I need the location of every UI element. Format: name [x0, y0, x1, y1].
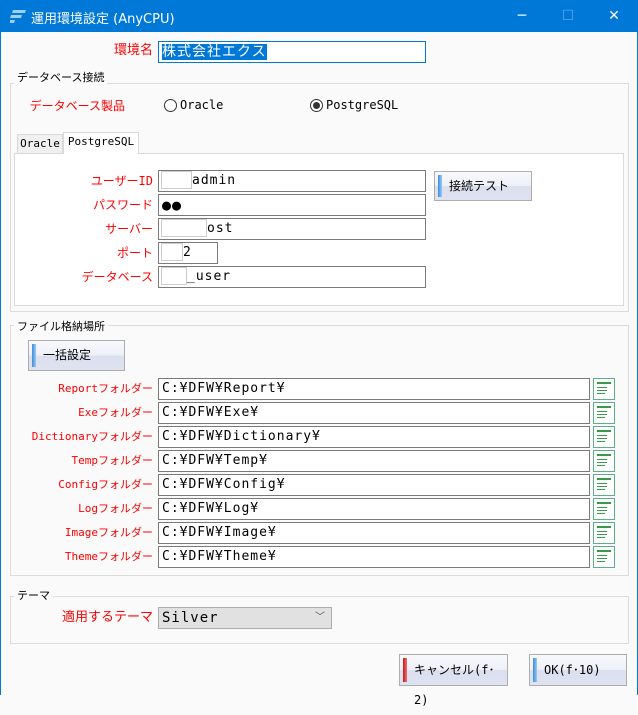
connection-test-label: 接続テスト: [449, 179, 510, 193]
radio-postgresql-label: PostgreSQL: [326, 98, 399, 112]
password-input[interactable]: ●●: [158, 194, 426, 216]
masked-prefix: [161, 267, 187, 285]
folder-label: Exeフォルダー: [78, 406, 153, 419]
folder-path-input[interactable]: C:¥DFW¥Image¥: [158, 522, 590, 544]
port-label: ポート: [116, 246, 153, 260]
folder-path-input[interactable]: C:¥DFW¥Report¥: [158, 378, 590, 400]
database-group-legend: データベース接続: [14, 69, 108, 85]
radio-oracle-circle[interactable]: [164, 99, 177, 112]
port-value: 2: [183, 245, 192, 260]
file-location-legend: ファイル格納場所: [14, 318, 108, 334]
cancel-label: キャンセル(f･2): [414, 663, 495, 707]
radio-oracle-label: Oracle: [180, 98, 224, 112]
env-name-label: 環境名: [113, 43, 153, 58]
folder-label: Imageフォルダー: [64, 526, 153, 539]
bulk-setting-label: 一括設定: [43, 348, 92, 362]
folder-path-input[interactable]: C:¥DFW¥Config¥: [158, 474, 590, 496]
tab-postgresql[interactable]: PostgreSQL: [63, 132, 139, 154]
masked-prefix: [161, 171, 192, 189]
radio-postgresql-circle[interactable]: [310, 99, 323, 112]
env-name-value: 株式会社エクス: [162, 44, 267, 60]
theme-value: Silver: [162, 610, 219, 626]
env-name-input[interactable]: 株式会社エクス: [158, 41, 426, 63]
cancel-button[interactable]: キャンセル(f･2): [399, 654, 508, 707]
folder-path-input[interactable]: C:¥DFW¥Log¥: [158, 498, 590, 520]
ok-button[interactable]: OK(f･10): [529, 654, 627, 686]
folder-label: Themeフォルダー: [64, 550, 153, 563]
bulk-setting-button[interactable]: 一括設定: [28, 340, 125, 371]
app-logo-icon: [10, 10, 26, 23]
database-value: _user: [187, 269, 232, 284]
folder-browse-icon[interactable]: [593, 450, 615, 472]
folder-path-input[interactable]: C:¥DFW¥Dictionary¥: [158, 426, 590, 448]
user-id-label: ユーザーID: [90, 174, 153, 188]
server-input[interactable]: ost: [158, 218, 426, 240]
theme-group-legend: テーマ: [14, 587, 53, 603]
chevron-down-icon: ﹀: [315, 612, 326, 623]
masked-prefix: [161, 219, 207, 237]
ok-label: OK(f･10): [544, 663, 601, 677]
database-label: データベース: [81, 270, 153, 284]
user-id-input[interactable]: admin: [158, 170, 426, 192]
folder-browse-icon[interactable]: [593, 474, 615, 496]
button-accent: [438, 175, 442, 197]
folder-browse-icon[interactable]: [593, 522, 615, 544]
folder-label: Dictionaryフォルダー: [31, 430, 153, 443]
database-input[interactable]: _user: [158, 266, 426, 288]
title-bar: 運用環境設定 (AnyCPU) ─ ☐ ✕: [1, 0, 638, 32]
folder-browse-icon[interactable]: [593, 498, 615, 520]
folder-browse-icon[interactable]: [593, 378, 615, 400]
folder-path-input[interactable]: C:¥DFW¥Temp¥: [158, 450, 590, 472]
minimize-button[interactable]: ─: [499, 0, 545, 32]
button-accent: [32, 344, 36, 367]
connection-test-button[interactable]: 接続テスト: [434, 171, 532, 201]
theme-select[interactable]: Silver ﹀: [158, 607, 332, 629]
folder-path-input[interactable]: C:¥DFW¥Exe¥: [158, 402, 590, 424]
folder-path-input[interactable]: C:¥DFW¥Theme¥: [158, 546, 590, 568]
password-label: パスワード: [92, 198, 153, 212]
folder-label: Configフォルダー: [58, 478, 153, 491]
server-label: サーバー: [105, 222, 153, 236]
close-button[interactable]: ✕: [591, 0, 637, 32]
button-accent: [403, 658, 407, 682]
folder-label: Logフォルダー: [78, 502, 153, 515]
folder-browse-icon[interactable]: [593, 402, 615, 424]
db-product-label: データベース製品: [29, 99, 125, 113]
window-title: 運用環境設定 (AnyCPU): [31, 12, 175, 27]
button-accent: [533, 658, 537, 682]
folder-label: Tempフォルダー: [71, 454, 154, 467]
folder-browse-icon[interactable]: [593, 546, 615, 568]
user-id-value: admin: [192, 173, 237, 188]
theme-label: 適用するテーマ: [61, 610, 153, 625]
masked-prefix: [161, 243, 183, 261]
server-value: ost: [207, 221, 234, 236]
folder-browse-icon[interactable]: [593, 426, 615, 448]
tab-oracle[interactable]: Oracle: [17, 134, 63, 154]
maximize-button[interactable]: ☐: [545, 0, 591, 32]
folder-label: Reportフォルダー: [58, 382, 153, 395]
port-input[interactable]: 2: [158, 242, 218, 264]
